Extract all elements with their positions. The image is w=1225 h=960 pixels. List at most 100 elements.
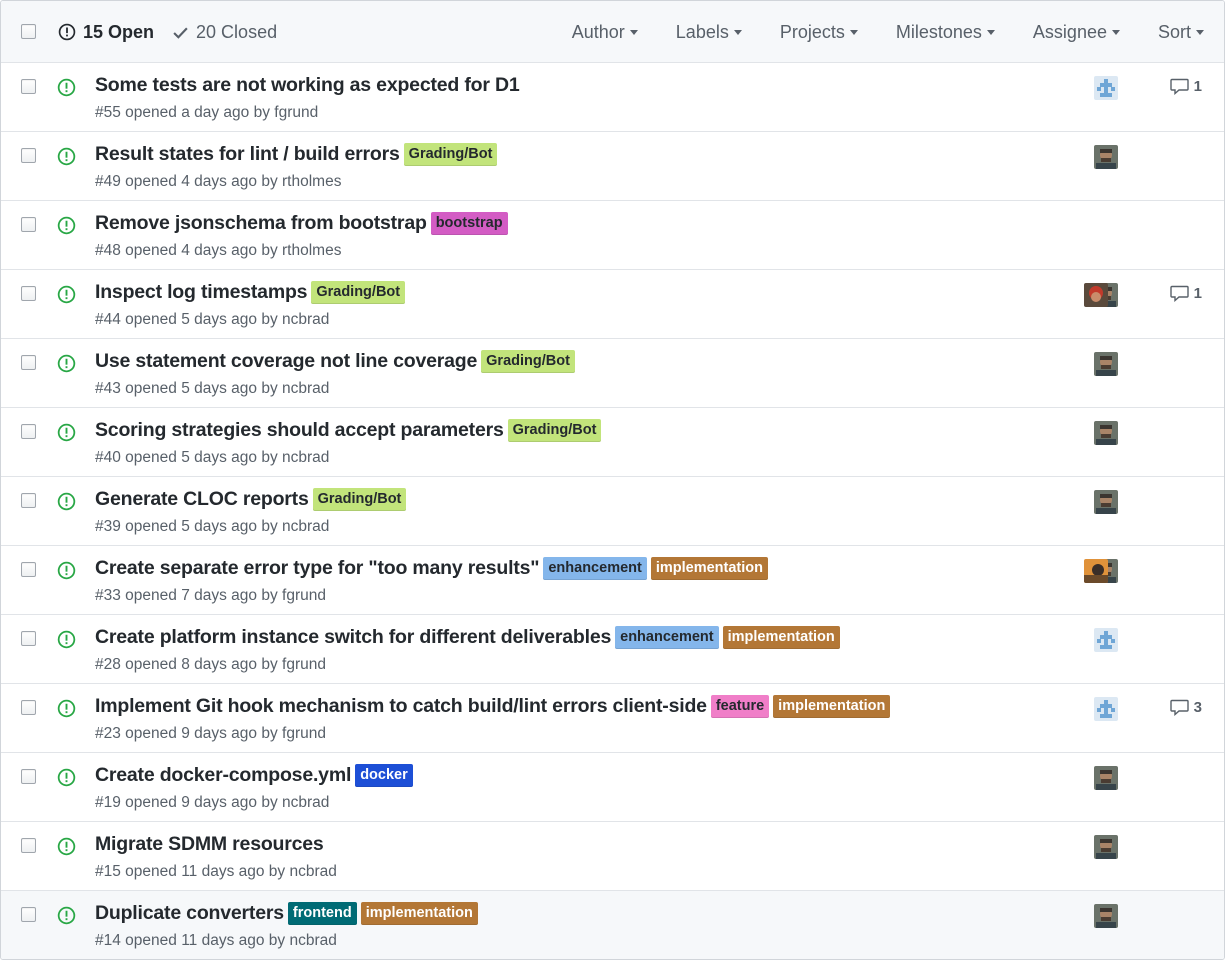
issue-opened-icon [57,561,76,585]
assignee-filter-label: Assignee [1032,21,1107,42]
open-issues-toggle[interactable]: 15 Open [58,22,154,43]
avatar[interactable] [1084,283,1108,307]
issue-label[interactable]: enhancement [543,557,647,580]
issue-row: Scoring strategies should accept paramet… [1,408,1224,477]
assignees [1084,283,1118,307]
issue-title-link[interactable]: Duplicate converters [95,902,284,925]
issue-row: Duplicate converters frontend implementati… [1,891,1224,959]
issue-meta: #19 opened 9 days ago by ncbrad [95,794,330,811]
issue-opened-icon [58,23,76,41]
issue-opened-icon [57,147,76,171]
milestones-filter[interactable]: Milestones [896,22,995,43]
avatar[interactable] [1094,145,1118,169]
issue-row: Create docker-compose.yml docker #19 opene… [1,753,1224,822]
issue-meta: #43 opened 5 days ago by ncbrad [95,380,330,397]
issue-label[interactable]: implementation [722,626,840,649]
avatar[interactable] [1094,76,1118,100]
issue-title-link[interactable]: Create platform instance switch for diff… [95,626,611,649]
open-count-label: 15 Open [83,21,155,42]
avatar[interactable] [1094,904,1118,928]
issue-label[interactable]: Grading/Bot [312,488,407,511]
issue-meta: #44 opened 5 days ago by ncbrad [95,311,330,328]
avatar[interactable] [1094,766,1118,790]
issue-meta: #15 opened 11 days ago by ncbrad [95,863,337,880]
select-all-checkbox[interactable] [21,24,36,39]
labels-filter[interactable]: Labels [676,22,742,43]
issue-checkbox[interactable] [21,286,36,301]
issue-checkbox[interactable] [21,79,36,94]
issue-label[interactable]: Grading/Bot [403,143,498,166]
comment-icon [1169,78,1189,95]
comments-link[interactable]: 3 [1169,699,1202,716]
issue-label[interactable]: frontend [287,902,357,925]
issue-checkbox[interactable] [21,148,36,163]
issue-row: Create separate error type for "too many… [1,546,1224,615]
issue-title-link[interactable]: Create separate error type for "too many… [95,557,540,580]
issue-label[interactable]: feature [710,695,770,718]
issue-label[interactable]: Grading/Bot [311,281,406,304]
issue-title-line: Create docker-compose.yml docker [95,764,413,787]
issue-label[interactable]: Grading/Bot [507,419,602,442]
caret-down-icon [629,29,638,35]
issue-label[interactable]: bootstrap [430,212,508,235]
assignees [1094,766,1118,790]
avatar[interactable] [1094,697,1118,721]
issue-label[interactable]: implementation [773,695,891,718]
assignees [1094,490,1118,514]
issue-label[interactable]: implementation [650,557,768,580]
comments-link[interactable]: 1 [1169,285,1202,302]
issue-label[interactable]: Grading/Bot [481,350,575,373]
assignees [1094,697,1118,721]
issue-checkbox[interactable] [21,700,36,715]
issue-title-link[interactable]: Create docker-compose.yml [95,764,351,787]
issue-checkbox[interactable] [21,907,36,922]
issue-title-link[interactable]: Implement Git hook mechanism to catch bu… [95,695,707,718]
issue-meta: #55 opened a day ago by fgrund [95,104,319,121]
issue-label[interactable]: docker [355,764,413,787]
issue-title-link[interactable]: Inspect log timestamps [95,281,308,304]
issue-checkbox[interactable] [21,355,36,370]
issues-list-box: 15 Open 20 Closed Author Labels Projects… [0,0,1225,960]
issue-title-link[interactable]: Remove jsonschema from bootstrap [95,212,427,235]
issue-opened-icon [57,285,76,309]
issue-title-link[interactable]: Use statement coverage not line coverage [95,350,477,373]
issue-checkbox[interactable] [21,769,36,784]
issue-opened-icon [57,492,76,516]
issue-row: Generate CLOC reports Grading/Bot #39 open… [1,477,1224,546]
issue-label[interactable]: implementation [360,902,478,925]
issue-opened-icon [57,837,76,861]
issue-checkbox[interactable] [21,493,36,508]
issue-title-line: Inspect log timestamps Grading/Bot [95,281,406,304]
avatar[interactable] [1094,490,1118,514]
issue-title-link[interactable]: Result states for lint / build errors [95,143,400,166]
issue-title-line: Result states for lint / build errors Gra… [95,143,498,166]
issue-checkbox[interactable] [21,424,36,439]
issue-checkbox[interactable] [21,631,36,646]
closed-issues-toggle[interactable]: 20 Closed [172,22,277,43]
avatar[interactable] [1094,835,1118,859]
comment-icon [1169,699,1189,716]
issue-title-link[interactable]: Some tests are not working as expected f… [95,74,520,97]
author-filter[interactable]: Author [572,22,638,43]
issue-meta: #48 opened 4 days ago by rtholmes [95,242,342,259]
assignee-filter[interactable]: Assignee [1033,22,1120,43]
avatar[interactable] [1084,559,1108,583]
issue-checkbox[interactable] [21,838,36,853]
issue-title-link[interactable]: Generate CLOC reports [95,488,309,511]
sort-filter[interactable]: Sort [1158,22,1204,43]
issue-title-line: Duplicate converters frontend implementati… [95,902,478,925]
issue-title-link[interactable]: Scoring strategies should accept paramet… [95,419,504,442]
issue-opened-icon [57,699,76,723]
avatar[interactable] [1094,421,1118,445]
issue-title-link[interactable]: Migrate SDMM resources [95,833,324,856]
issue-checkbox[interactable] [21,217,36,232]
avatar[interactable] [1094,628,1118,652]
issues-list-header: 15 Open 20 Closed Author Labels Projects… [1,1,1224,63]
assignees [1094,145,1118,169]
issue-checkbox[interactable] [21,562,36,577]
issue-label[interactable]: enhancement [615,626,719,649]
avatar[interactable] [1094,352,1118,376]
projects-filter[interactable]: Projects [780,22,858,43]
comments-link[interactable]: 1 [1169,78,1202,95]
issue-meta: #28 opened 8 days ago by fgrund [95,656,326,673]
